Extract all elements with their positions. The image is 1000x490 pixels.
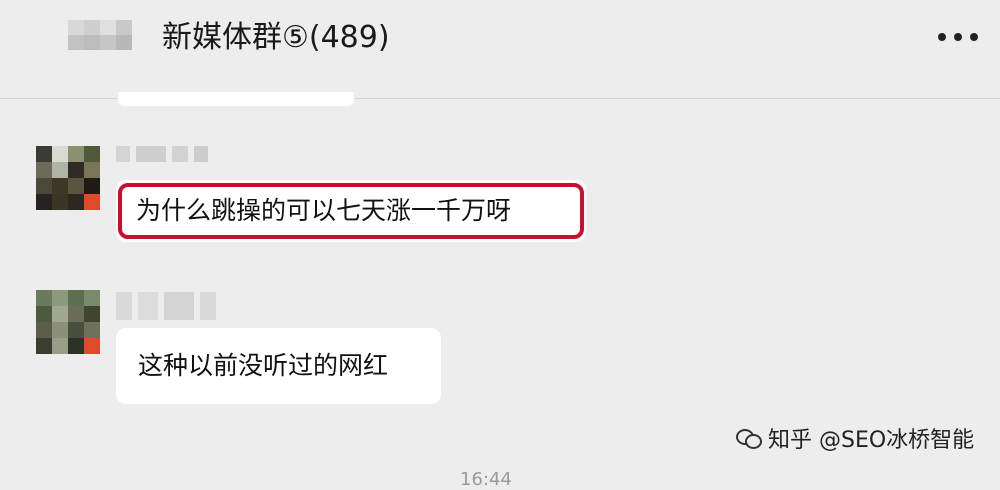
back-button-blurred[interactable] — [68, 20, 132, 50]
message-text: 为什么跳操的可以七天涨一千万呀 — [136, 196, 512, 225]
chat-header: 新媒体群⑤(489) — [0, 0, 1000, 99]
more-icon[interactable] — [938, 22, 978, 52]
message-bubble[interactable]: 为什么跳操的可以七天涨一千万呀 — [116, 180, 586, 242]
message-text: 这种以前没听过的网红 — [138, 351, 389, 380]
timestamp: 16:44 — [460, 469, 512, 490]
avatar[interactable] — [36, 146, 100, 210]
chat-title: 新媒体群⑤(489) — [162, 20, 390, 55]
watermark-text: 知乎 @SEO冰桥智能 — [768, 428, 975, 453]
sender-name-blurred — [116, 292, 216, 320]
sender-name-blurred — [116, 146, 208, 162]
avatar[interactable] — [36, 290, 100, 354]
wechat-icon — [736, 427, 762, 449]
watermark: 知乎 @SEO冰桥智能 — [736, 422, 974, 454]
message-bubble[interactable]: 这种以前没听过的网红 — [116, 328, 441, 404]
previous-message-bubble — [118, 92, 354, 106]
